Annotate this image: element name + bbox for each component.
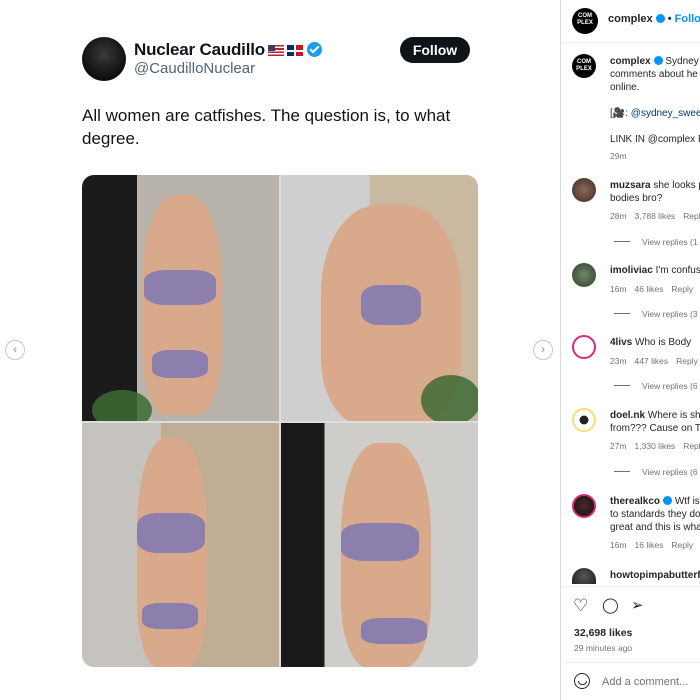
author-username[interactable]: complex <box>608 13 653 25</box>
reply-button[interactable]: Reply <box>671 284 693 294</box>
post-time: 29 minutes ago <box>574 643 633 653</box>
view-replies-button[interactable]: View replies (6 <box>614 381 698 391</box>
chevron-right-icon: › <box>541 342 545 356</box>
comment-line: 4livs Who is Body <box>610 337 692 348</box>
caption-line-3: online. <box>610 82 640 93</box>
carousel-prev-button[interactable]: ‹ <box>5 340 25 360</box>
tweet-follow-button: Follow <box>400 37 470 63</box>
comment-likes[interactable]: 1,330 likes <box>635 441 676 451</box>
comment-meta: 27m 1,330 likes Repl <box>610 441 700 451</box>
dominican-flag-icon <box>286 45 303 56</box>
chevron-left-icon: ‹ <box>13 342 17 356</box>
comment-line: great and this is wha <box>610 522 700 533</box>
tweet-author: Nuclear Caudillo <box>134 40 322 60</box>
comment-meta: 16m 46 likes Reply <box>610 284 694 294</box>
reply-button[interactable]: Reply <box>676 356 698 366</box>
verified-badge-icon <box>663 496 673 505</box>
comment-avatar[interactable] <box>572 263 596 287</box>
comment-line: therealkco Wtf is <box>610 496 700 507</box>
comment-line: doel.nk Where is she <box>610 410 700 421</box>
comment-icon[interactable]: ◯ <box>602 597 619 614</box>
reply-button[interactable]: Repl <box>683 211 700 221</box>
comment-avatar[interactable] <box>572 568 596 584</box>
actions-divider <box>562 586 700 587</box>
carousel-next-button[interactable]: › <box>533 340 553 360</box>
tweet-photo-4 <box>281 423 478 667</box>
composer-divider <box>562 662 700 663</box>
instagram-post-view: ‹ › Nuclear Caudillo @CaudilloNuclear Fo… <box>0 0 700 700</box>
reply-button[interactable]: Repl <box>683 441 700 451</box>
comment-line: from??? Cause on Tw <box>610 423 700 434</box>
comment-username[interactable]: howtopimpabutterf <box>610 570 700 581</box>
verified-badge-icon <box>653 56 663 65</box>
tweet-photo-2 <box>281 175 478 421</box>
caption-time: 29m <box>610 151 627 161</box>
comment-input[interactable]: Add a comment... <box>602 676 688 688</box>
view-replies-button[interactable]: View replies (3 <box>614 309 698 319</box>
caption-link-line: LINK IN @complex E <box>610 134 700 145</box>
like-count[interactable]: 32,698 likes <box>574 627 632 639</box>
tweet-handle: @CaudilloNuclear <box>134 60 256 77</box>
comment-line: bodies bro? <box>610 193 663 204</box>
reply-button[interactable]: Reply <box>671 540 693 550</box>
tweet-avatar <box>82 37 126 81</box>
author-avatar[interactable]: COM PLEX <box>572 8 598 34</box>
emoji-icon[interactable] <box>574 673 590 689</box>
comment-likes[interactable]: 46 likes <box>635 284 664 294</box>
follow-button[interactable]: Follow <box>675 13 700 25</box>
comment-avatar[interactable] <box>572 335 596 359</box>
caption-line-1: complex Sydney S <box>610 56 700 67</box>
heart-icon[interactable]: ♡ <box>573 597 588 614</box>
comment-likes[interactable]: 3,788 likes <box>635 211 676 221</box>
comment-likes[interactable]: 447 likes <box>635 356 669 366</box>
comment-meta: 28m 3,788 likes Repl <box>610 211 700 221</box>
caption-avatar[interactable]: COM PLEX <box>572 54 596 78</box>
tweet-photo-grid <box>82 175 478 667</box>
comment-username[interactable]: doel.nk <box>610 410 645 421</box>
view-replies-button[interactable]: View replies (6 <box>614 467 698 477</box>
tweet-photo-3 <box>82 423 279 667</box>
comment-meta: 23m 447 likes Reply <box>610 356 698 366</box>
comment-username[interactable]: 4livs <box>610 337 632 348</box>
verified-badge-icon <box>655 14 665 23</box>
comment-likes[interactable]: 16 likes <box>635 540 664 550</box>
comment-username[interactable]: imoliviac <box>610 265 653 276</box>
comment-line: to standards they do <box>610 509 700 520</box>
share-icon[interactable]: ➢ <box>631 597 644 614</box>
post-header: complex • Follow <box>608 13 700 25</box>
comment-meta: 16m 16 likes Reply <box>610 540 694 550</box>
comment-line: muzsara she looks p <box>610 180 700 191</box>
tweet-author-name: Nuclear Caudillo <box>134 40 265 59</box>
us-flag-icon <box>267 45 284 56</box>
header-divider <box>562 42 700 43</box>
post-side-panel: COM PLEX complex • Follow COM PLEX compl… <box>562 0 700 700</box>
header-separator: • <box>667 13 672 25</box>
tweet-text: All women are catfishes. The question is… <box>82 106 451 148</box>
caption-line-2: comments about he <box>610 69 698 80</box>
comment-line: howtopimpabutterf <box>610 569 700 582</box>
comment-line: imoliviac I'm confus <box>610 265 700 276</box>
comment-avatar[interactable] <box>572 178 596 202</box>
post-media: ‹ › Nuclear Caudillo @CaudilloNuclear Fo… <box>0 0 561 700</box>
comment-avatar[interactable] <box>572 408 596 432</box>
verified-badge-icon <box>306 42 322 57</box>
tweet-photo-1 <box>82 175 279 421</box>
view-replies-button[interactable]: View replies (1 <box>614 237 698 247</box>
caption-mention[interactable]: [🎥: @sydney_swee <box>610 107 700 120</box>
comment-username[interactable]: therealkco <box>610 496 660 507</box>
comment-username[interactable]: muzsara <box>610 180 651 191</box>
comment-avatar[interactable] <box>572 494 596 518</box>
caption-username[interactable]: complex <box>610 56 651 67</box>
